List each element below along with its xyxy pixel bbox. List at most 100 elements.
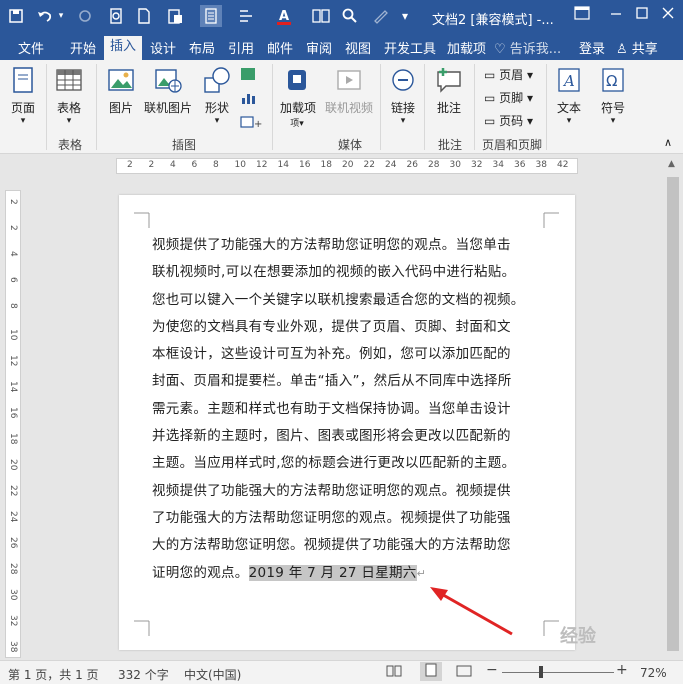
shapes-label: 形状 [204, 101, 229, 115]
font-color-icon[interactable]: A [272, 5, 296, 27]
tab-references[interactable]: 引用 [228, 38, 254, 57]
paragraph-line: 为使您的文档具有专业外观，提供了页眉、页脚、封面和文 [152, 318, 511, 335]
zoom-in-button[interactable]: + [616, 662, 628, 678]
undo-dropdown-icon[interactable]: ▾ [56, 5, 66, 27]
sign-in-link[interactable]: 登录 [579, 38, 605, 57]
shapes-button[interactable]: 形状 ▾ [200, 66, 234, 126]
vertical-scrollbar[interactable]: ▲ [664, 155, 683, 655]
footer-icon: ▭ [484, 91, 500, 105]
draw-icon[interactable] [368, 5, 394, 27]
vertical-ruler-ticks: 2 2 4 6 8 10 12 14 16 18 20 22 24 26 28 30 32 38 [6, 191, 20, 657]
paragraph-line: 您也可以键入一个关键字以联机搜索最适合您的文档的视频。 [152, 291, 525, 308]
paragraph-line: 本框设计，这些设计可互为补充。例如，您可以添加匹配的 [152, 346, 511, 363]
tab-design[interactable]: 设计 [150, 38, 176, 57]
ruler-tick-label: 36 [514, 160, 526, 170]
two-pages-icon[interactable] [310, 5, 332, 27]
ruler-tick-label: 14 [277, 160, 289, 170]
minimize-icon[interactable] [604, 6, 628, 26]
link-button[interactable]: 链接 ▾ [386, 66, 420, 126]
tell-me-box[interactable]: ♡ 告诉我... [494, 38, 561, 57]
ruler-tick-label: 14 [8, 381, 18, 393]
scrollbar-thumb[interactable] [667, 177, 679, 651]
redo-icon[interactable] [76, 5, 94, 27]
page-icon [13, 67, 33, 93]
addins-label: 加载项 [280, 101, 317, 115]
zoom-slider-thumb[interactable] [538, 666, 543, 678]
picture-button[interactable]: 图片 [104, 66, 138, 116]
find-icon[interactable] [340, 5, 360, 27]
tab-mailings[interactable]: 邮件 [267, 38, 293, 57]
indent-icon[interactable] [234, 5, 260, 27]
word-count[interactable]: 332 个字 [118, 666, 169, 683]
header-button[interactable]: ▭ 页眉 ▾ [484, 66, 533, 83]
tab-view[interactable]: 视图 [345, 38, 371, 57]
person-icon: ♙ [616, 42, 628, 57]
separator [474, 64, 475, 150]
page-count[interactable]: 第 1 页，共 1 页 [8, 666, 99, 683]
tab-insert[interactable]: 插入 [104, 36, 143, 60]
online-video-label: 联机视频 [324, 101, 373, 115]
vertical-ruler[interactable]: 2 2 4 6 8 10 12 14 16 18 20 22 24 26 28 30 32 38 [5, 190, 21, 658]
collapse-ribbon-icon[interactable]: ∧ [664, 136, 672, 149]
zoom-slider-track[interactable] [502, 672, 614, 673]
symbol-button[interactable]: Ω 符号 ▾ [596, 66, 630, 126]
selected-date-field[interactable]: 2019 年 7 月 27 日星期六 [248, 564, 417, 581]
footer-button[interactable]: ▭ 页脚 ▾ [484, 89, 533, 106]
tab-developer[interactable]: 开发工具 [384, 38, 436, 57]
header-footer-group-label: 页眉和页脚 [482, 138, 543, 152]
tab-layout[interactable]: 布局 [189, 38, 215, 57]
watermark-logo: 经验 [560, 626, 596, 647]
layout-icon[interactable] [200, 5, 222, 27]
web-layout-icon[interactable] [456, 664, 472, 681]
picture-icon [108, 69, 134, 91]
paste-icon[interactable] [162, 5, 188, 27]
svg-text:Ω: Ω [606, 72, 617, 90]
maximize-icon[interactable] [630, 6, 654, 26]
customize-qat-icon[interactable]: ▾ [398, 5, 412, 27]
ruler-tick-label: 20 [8, 459, 18, 471]
share-button[interactable]: ♙ 共享 [616, 38, 682, 57]
separator [272, 64, 273, 150]
restore-ribbon-icon[interactable] [570, 6, 594, 26]
tab-file[interactable]: 文件 [18, 38, 44, 57]
textbox-icon: A [558, 68, 580, 92]
language[interactable]: 中文(中国) [184, 666, 241, 683]
paragraph-line: 需元素。主题和样式也有助于文档保持协调。当您单击设计 [152, 400, 511, 417]
read-mode-icon[interactable] [386, 664, 402, 681]
close-icon[interactable] [656, 6, 680, 26]
page-number-button[interactable]: ▭ 页码 ▾ [484, 112, 533, 129]
ruler-tick-label: 12 [8, 355, 18, 367]
ruler-tick-label: 22 [363, 160, 375, 170]
horizontal-ruler[interactable]: 2 2 4 6 8 10 12 14 16 18 20 22 24 26 28 30 32 34 36 38 42 [116, 158, 578, 174]
online-video-button[interactable]: 联机视频 [322, 66, 376, 116]
ruler-tick-label: 8 [213, 160, 219, 170]
table-group-label: 表格 [58, 138, 83, 152]
smartart-icon[interactable] [240, 66, 256, 85]
document-body[interactable]: 视频提供了功能强大的方法帮助您证明您的观点。当您单击 联机视频时,可以在想要添加… [152, 232, 547, 587]
new-doc-icon[interactable] [134, 5, 154, 27]
textbox-button[interactable]: A 文本 ▾ [552, 66, 586, 126]
undo-icon[interactable] [34, 5, 56, 27]
chart-icon[interactable] [240, 90, 256, 109]
page-button[interactable]: 页面 ▾ [6, 66, 40, 126]
ruler-tick-label: 22 [8, 485, 18, 497]
paragraph-line: 联机视频时,可以在想要添加的视频的嵌入代码中进行粘贴。 [152, 264, 516, 281]
tab-addins[interactable]: 加载项 [447, 38, 486, 57]
print-preview-icon[interactable] [106, 5, 126, 27]
print-layout-icon[interactable] [420, 662, 442, 681]
omega-icon: Ω [602, 68, 624, 92]
zoom-level[interactable]: 72% [640, 666, 667, 680]
comment-button[interactable]: 批注 [432, 66, 466, 116]
table-button[interactable]: 表格 ▾ [52, 66, 86, 126]
addins-button[interactable]: 加载项 项▾ [280, 66, 317, 129]
zoom-out-button[interactable]: − [486, 662, 498, 678]
screenshot-icon[interactable]: +▾ [240, 114, 267, 133]
tab-home[interactable]: 开始 [70, 38, 96, 57]
scroll-up-icon[interactable]: ▲ [668, 159, 675, 169]
save-icon[interactable] [6, 5, 26, 27]
page-number-icon: ▭ [484, 114, 500, 128]
title-bar: ▾ A ▾ 文档2 [兼容模式] -... [0, 0, 683, 34]
tab-review[interactable]: 审阅 [306, 38, 332, 57]
comment-label: 批注 [436, 101, 461, 115]
online-picture-button[interactable]: 联机图片 [142, 66, 194, 116]
